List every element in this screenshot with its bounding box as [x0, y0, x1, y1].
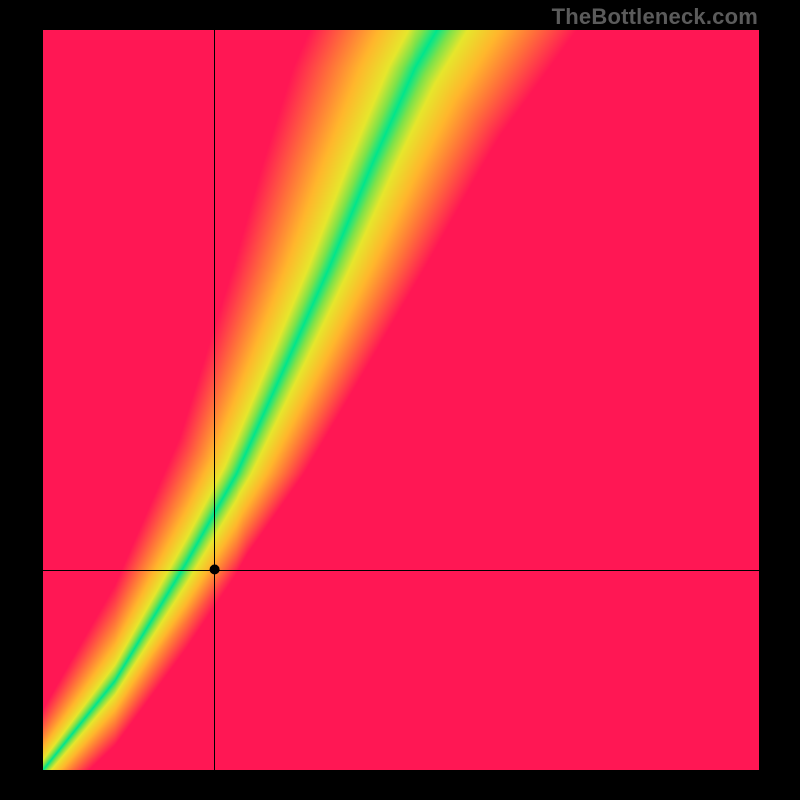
watermark-text: TheBottleneck.com: [552, 4, 758, 30]
crosshair-horizontal: [43, 570, 759, 571]
chart-container: TheBottleneck.com: [0, 0, 800, 800]
crosshair-vertical: [214, 30, 215, 770]
bottleneck-heatmap: [43, 30, 759, 770]
